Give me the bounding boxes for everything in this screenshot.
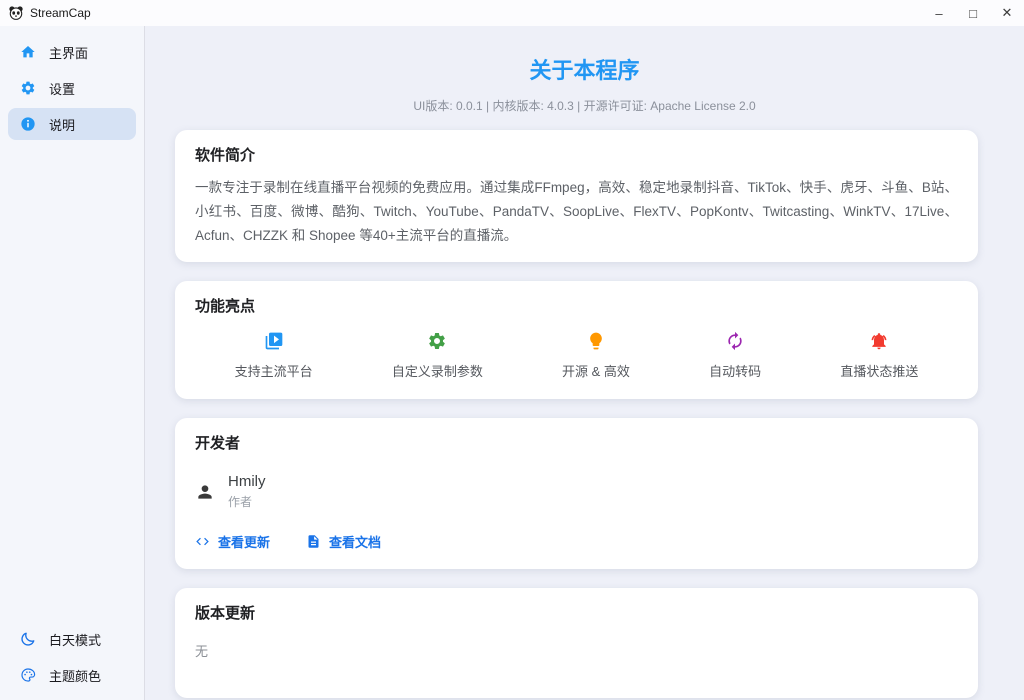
feature-label: 自动转码 <box>709 361 761 380</box>
feature-label: 直播状态推送 <box>840 361 918 380</box>
feature-auto-transcode: 自动转码 <box>709 331 761 380</box>
sidebar-item-label: 主题颜色 <box>49 666 101 685</box>
home-icon <box>20 44 36 60</box>
version-info: UI版本: 0.0.1 | 内核版本: 4.0.3 | 开源许可证: Apach… <box>145 97 1024 114</box>
maximize-button[interactable]: □ <box>956 0 990 26</box>
gear-icon <box>20 80 36 96</box>
lightbulb-icon <box>586 331 606 351</box>
maximize-icon: □ <box>969 6 977 21</box>
feature-label: 自定义录制参数 <box>392 361 483 380</box>
intro-card: 软件简介 一款专注于录制在线直播平台视频的免费应用。通过集成FFmpeg，高效、… <box>175 130 978 262</box>
close-button[interactable]: ✕ <box>990 0 1024 26</box>
sidebar: 主界面 设置 说明 白天模式 主题颜色 <box>0 26 145 700</box>
sidebar-item-label: 主界面 <box>49 43 88 62</box>
sync-icon <box>725 331 745 351</box>
code-icon <box>195 534 210 549</box>
minimize-button[interactable]: – <box>922 0 956 26</box>
developer-card: 开发者 Hmily 作者 查看更新 <box>175 418 978 569</box>
developer-role: 作者 <box>228 493 266 510</box>
document-icon <box>306 534 321 549</box>
sidebar-item-day-mode[interactable]: 白天模式 <box>8 623 136 655</box>
close-icon: ✕ <box>1002 5 1013 21</box>
sidebar-item-label: 说明 <box>49 115 75 134</box>
check-updates-label: 查看更新 <box>218 532 270 551</box>
bell-icon <box>869 331 889 351</box>
feature-open-source: 开源 & 高效 <box>562 331 630 380</box>
feature-label: 支持主流平台 <box>235 361 313 380</box>
intro-card-title: 软件简介 <box>195 144 958 165</box>
view-docs-label: 查看文档 <box>329 532 381 551</box>
moon-icon <box>20 631 36 647</box>
intro-card-body: 一款专注于录制在线直播平台视频的免费应用。通过集成FFmpeg，高效、稳定地录制… <box>195 176 958 248</box>
features-row: 支持主流平台 自定义录制参数 开源 & 高效 <box>195 331 958 385</box>
page-title: 关于本程序 <box>145 53 1024 85</box>
features-card-title: 功能亮点 <box>195 295 958 316</box>
feature-label: 开源 & 高效 <box>562 361 630 380</box>
palette-icon <box>20 667 36 683</box>
feature-live-status-push: 直播状态推送 <box>840 331 918 380</box>
sidebar-item-settings[interactable]: 设置 <box>8 72 136 104</box>
update-card-content: 无 <box>195 641 958 684</box>
feature-platforms: 支持主流平台 <box>235 331 313 380</box>
main-content: 关于本程序 UI版本: 0.0.1 | 内核版本: 4.0.3 | 开源许可证:… <box>145 26 1024 700</box>
features-card: 功能亮点 支持主流平台 自定义录制参数 <box>175 281 978 399</box>
person-icon <box>195 482 215 502</box>
sidebar-spacer <box>0 142 144 621</box>
minimize-icon: – <box>935 6 942 21</box>
developer-identity: Hmily 作者 <box>228 473 266 510</box>
check-updates-link[interactable]: 查看更新 <box>195 532 270 551</box>
app-logo-panda-icon <box>8 5 24 21</box>
gear-icon <box>427 331 447 351</box>
cards-container: 软件简介 一款专注于录制在线直播平台视频的免费应用。通过集成FFmpeg，高效、… <box>175 130 978 698</box>
developer-row: Hmily 作者 <box>195 473 958 510</box>
app-title: StreamCap <box>30 6 91 20</box>
view-docs-link[interactable]: 查看文档 <box>306 532 381 551</box>
sidebar-item-home[interactable]: 主界面 <box>8 36 136 68</box>
update-card-title: 版本更新 <box>195 602 958 623</box>
update-card: 版本更新 无 <box>175 588 978 698</box>
video-library-icon <box>264 331 284 351</box>
sidebar-item-label: 设置 <box>49 79 75 98</box>
developer-links: 查看更新 查看文档 <box>195 532 958 551</box>
window-controls: – □ ✕ <box>922 0 1024 26</box>
feature-custom-params: 自定义录制参数 <box>392 331 483 380</box>
developer-name: Hmily <box>228 473 266 490</box>
info-icon <box>20 116 36 132</box>
sidebar-item-about[interactable]: 说明 <box>8 108 136 140</box>
developer-card-title: 开发者 <box>195 432 958 453</box>
sidebar-item-label: 白天模式 <box>49 630 101 649</box>
title-bar: StreamCap – □ ✕ <box>0 0 1024 26</box>
sidebar-item-theme-color[interactable]: 主题颜色 <box>8 659 136 691</box>
